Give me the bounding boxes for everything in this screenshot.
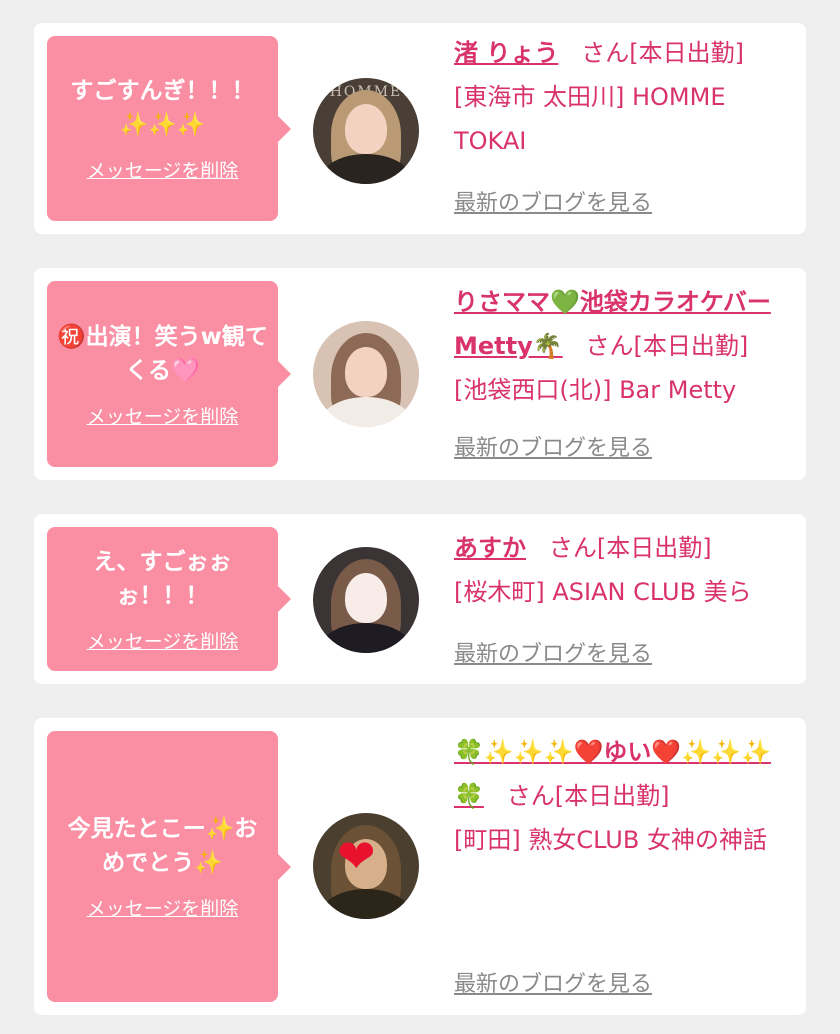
message-card: ㊗️出演！笑うw観てくる🩷 メッセージを削除 りさママ💚池袋カラオケバーMett…: [34, 268, 806, 480]
message-text: すごすんぎ！！！✨✨✨: [70, 78, 255, 138]
message-bubble: 今見たとこー✨おめでとう✨ メッセージを削除: [47, 731, 291, 1002]
message-bubble: すごすんぎ！！！✨✨✨ メッセージを削除: [47, 36, 291, 221]
cast-status: さん[本日出勤]: [548, 534, 712, 562]
message-card: 今見たとこー✨おめでとう✨ メッセージを削除 ❤ 🍀✨✨✨❤️ゆい❤️✨✨✨🍀 …: [34, 718, 806, 1015]
cast-avatar[interactable]: ❤: [313, 813, 419, 919]
cast-avatar[interactable]: [313, 547, 419, 653]
message-card: え、すごぉぉぉ！！！ メッセージを削除 あすか さん[本日出勤] [桜木町] A…: [34, 514, 806, 684]
latest-blog-link[interactable]: 最新のブログを見る: [454, 636, 652, 668]
delete-message-link[interactable]: メッセージを削除: [87, 894, 239, 921]
message-bubble: ㊗️出演！笑うw観てくる🩷 メッセージを削除: [47, 281, 291, 467]
delete-message-link[interactable]: メッセージを削除: [87, 627, 239, 654]
message-text: ㊗️出演！笑うw観てくる🩷: [57, 323, 268, 384]
heart-icon: ❤: [337, 829, 376, 883]
shop-name: [池袋西口(北)] Bar Metty: [454, 376, 737, 404]
shop-name: [東海市 太田川] HOMME TOKAI: [454, 83, 726, 155]
latest-blog-link[interactable]: 最新のブログを見る: [454, 430, 652, 462]
cast-info: りさママ💚池袋カラオケバーMetty🌴 さん[本日出勤] [池袋西口(北)] B…: [454, 280, 792, 412]
latest-blog-link[interactable]: 最新のブログを見る: [454, 185, 652, 217]
cast-status: さん[本日出勤]: [585, 332, 749, 360]
shop-name: [桜木町] ASIAN CLUB 美ら: [454, 578, 752, 606]
delete-message-link[interactable]: メッセージを削除: [87, 402, 239, 429]
cast-info: 🍀✨✨✨❤️ゆい❤️✨✨✨🍀 さん[本日出勤] [町田] 熟女CLUB 女神の神…: [454, 730, 792, 862]
message-list: すごすんぎ！！！✨✨✨ メッセージを削除 HOMME 渚 りょう さん[本日出勤…: [0, 0, 840, 1034]
cast-info: あすか さん[本日出勤] [桜木町] ASIAN CLUB 美ら: [454, 526, 792, 614]
message-text: え、すごぉぉぉ！！！: [93, 548, 232, 609]
latest-blog-link[interactable]: 最新のブログを見る: [454, 966, 652, 998]
cast-avatar[interactable]: [313, 321, 419, 427]
cast-name-link[interactable]: あすか: [454, 534, 526, 562]
delete-message-link[interactable]: メッセージを削除: [87, 156, 239, 183]
shop-name: [町田] 熟女CLUB 女神の神話: [454, 826, 767, 854]
cast-status: さん[本日出勤]: [506, 782, 670, 810]
cast-avatar[interactable]: HOMME: [313, 78, 419, 184]
message-card: すごすんぎ！！！✨✨✨ メッセージを削除 HOMME 渚 りょう さん[本日出勤…: [34, 23, 806, 234]
cast-info: 渚 りょう さん[本日出勤] [東海市 太田川] HOMME TOKAI: [454, 31, 792, 163]
message-bubble: え、すごぉぉぉ！！！ メッセージを削除: [47, 527, 291, 671]
message-text: 今見たとこー✨おめでとう✨: [67, 816, 258, 876]
cast-name-link[interactable]: 渚 りょう: [454, 39, 558, 67]
cast-status: さん[本日出勤]: [581, 39, 744, 67]
